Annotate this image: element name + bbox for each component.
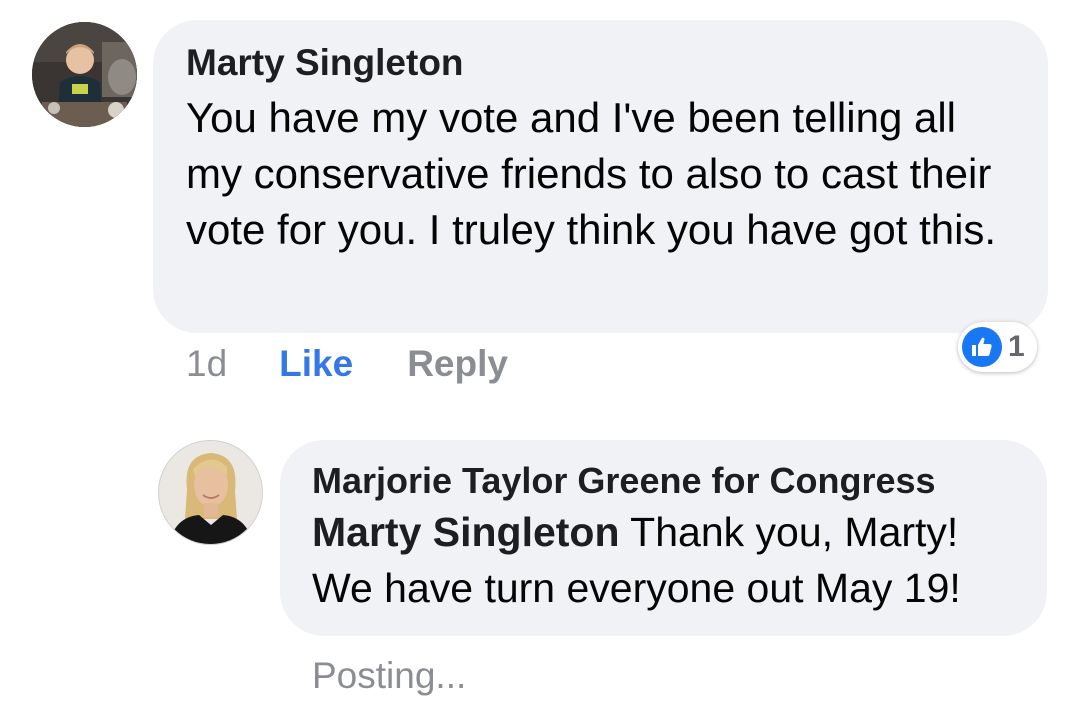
posting-status: Posting...	[312, 655, 467, 696]
commenter-avatar[interactable]	[32, 22, 137, 127]
reply-text: Marty Singleton Thank you, Marty! We hav…	[312, 504, 1017, 616]
comment-text: You have my vote and I've been telling a…	[186, 94, 997, 253]
reaction-count: 1	[1008, 330, 1025, 363]
comment-bubble: Marty Singleton You have my vote and I'v…	[153, 20, 1048, 333]
comment-timestamp[interactable]: 1d	[186, 343, 227, 385]
comment-actions: 1d Like Reply	[186, 340, 508, 388]
mention-link[interactable]: Marty Singleton	[312, 509, 620, 555]
child-photo-icon	[32, 22, 137, 127]
woman-photo-icon	[159, 441, 262, 544]
like-button[interactable]: Like	[279, 343, 353, 385]
page-avatar[interactable]	[158, 440, 263, 545]
reply-text-line1: Thank you, Marty!	[619, 509, 959, 555]
thumbs-up-icon	[962, 327, 1002, 367]
reply-author[interactable]: Marjorie Taylor Greene for Congress	[312, 460, 1017, 502]
reply-bubble: Marjorie Taylor Greene for Congress Mart…	[280, 440, 1047, 636]
reply-button[interactable]: Reply	[407, 343, 508, 385]
reaction-badge[interactable]: 1	[958, 322, 1037, 372]
comment-author[interactable]: Marty Singleton	[186, 42, 1014, 84]
reply-text-line2: We have turn everyone out May 19!	[312, 565, 961, 611]
